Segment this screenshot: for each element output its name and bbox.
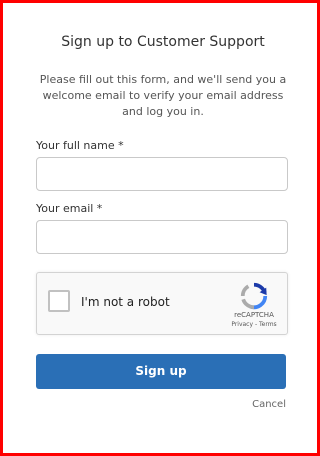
recaptcha-brand: reCAPTCHA [234,311,274,319]
signup-panel: Sign up to Customer Support Please fill … [0,0,320,456]
captcha-checkbox[interactable] [48,290,70,312]
full-name-input[interactable] [36,157,288,191]
intro-text: Please fill out this form, and we'll sen… [39,73,287,118]
cancel-link[interactable]: Cancel [236,399,286,410]
email-input[interactable] [36,220,288,254]
recaptcha-logo-icon [240,282,268,310]
captcha-label: I'm not a robot [81,295,170,309]
recaptcha-privacy-terms[interactable]: Privacy - Terms [219,321,289,328]
sign-up-button[interactable]: Sign up [36,354,286,389]
recaptcha-widget: I'm not a robot reCAPTCHA Privacy - Term… [36,272,288,335]
page-title: Sign up to Customer Support [61,34,265,50]
full-name-label: Your full name * [36,139,124,152]
email-label: Your email * [36,202,103,215]
